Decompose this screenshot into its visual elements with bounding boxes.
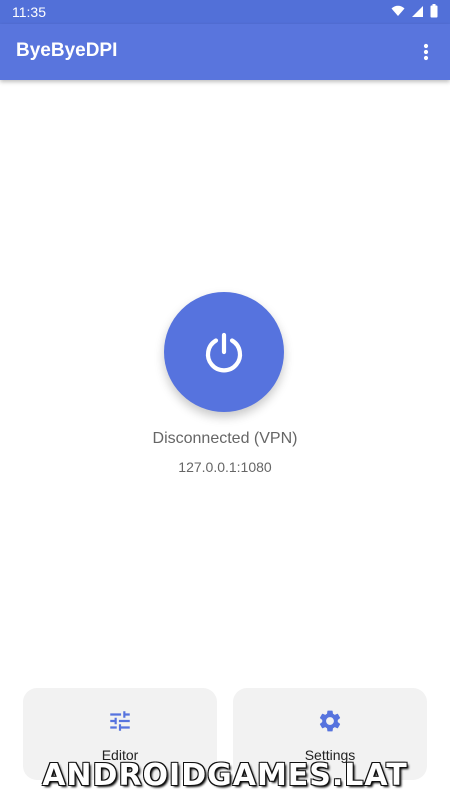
card-icon-wrap	[233, 708, 427, 734]
power-button[interactable]	[164, 292, 284, 412]
tune-sliders-icon	[110, 711, 130, 731]
status-time: 11:35	[12, 4, 46, 20]
signal-icon	[412, 5, 423, 17]
proxy-address: 127.0.0.1:1080	[178, 459, 272, 475]
battery-icon	[430, 4, 438, 18]
more-vert-icon	[423, 43, 429, 61]
connection-status: Disconnected (VPN)	[152, 430, 298, 447]
app-title: ByeByeDPI	[16, 40, 118, 61]
card-icon-wrap	[23, 708, 217, 734]
gear-icon	[319, 710, 341, 732]
status-icons	[391, 4, 438, 18]
status-bar: 11:35	[0, 0, 450, 24]
watermark: ANDROIDGAMES.LAT	[42, 758, 408, 793]
more-options-button[interactable]	[412, 38, 440, 66]
app-bar: ByeByeDPI	[0, 24, 450, 80]
wifi-icon	[391, 5, 405, 16]
power-icon	[205, 332, 243, 373]
